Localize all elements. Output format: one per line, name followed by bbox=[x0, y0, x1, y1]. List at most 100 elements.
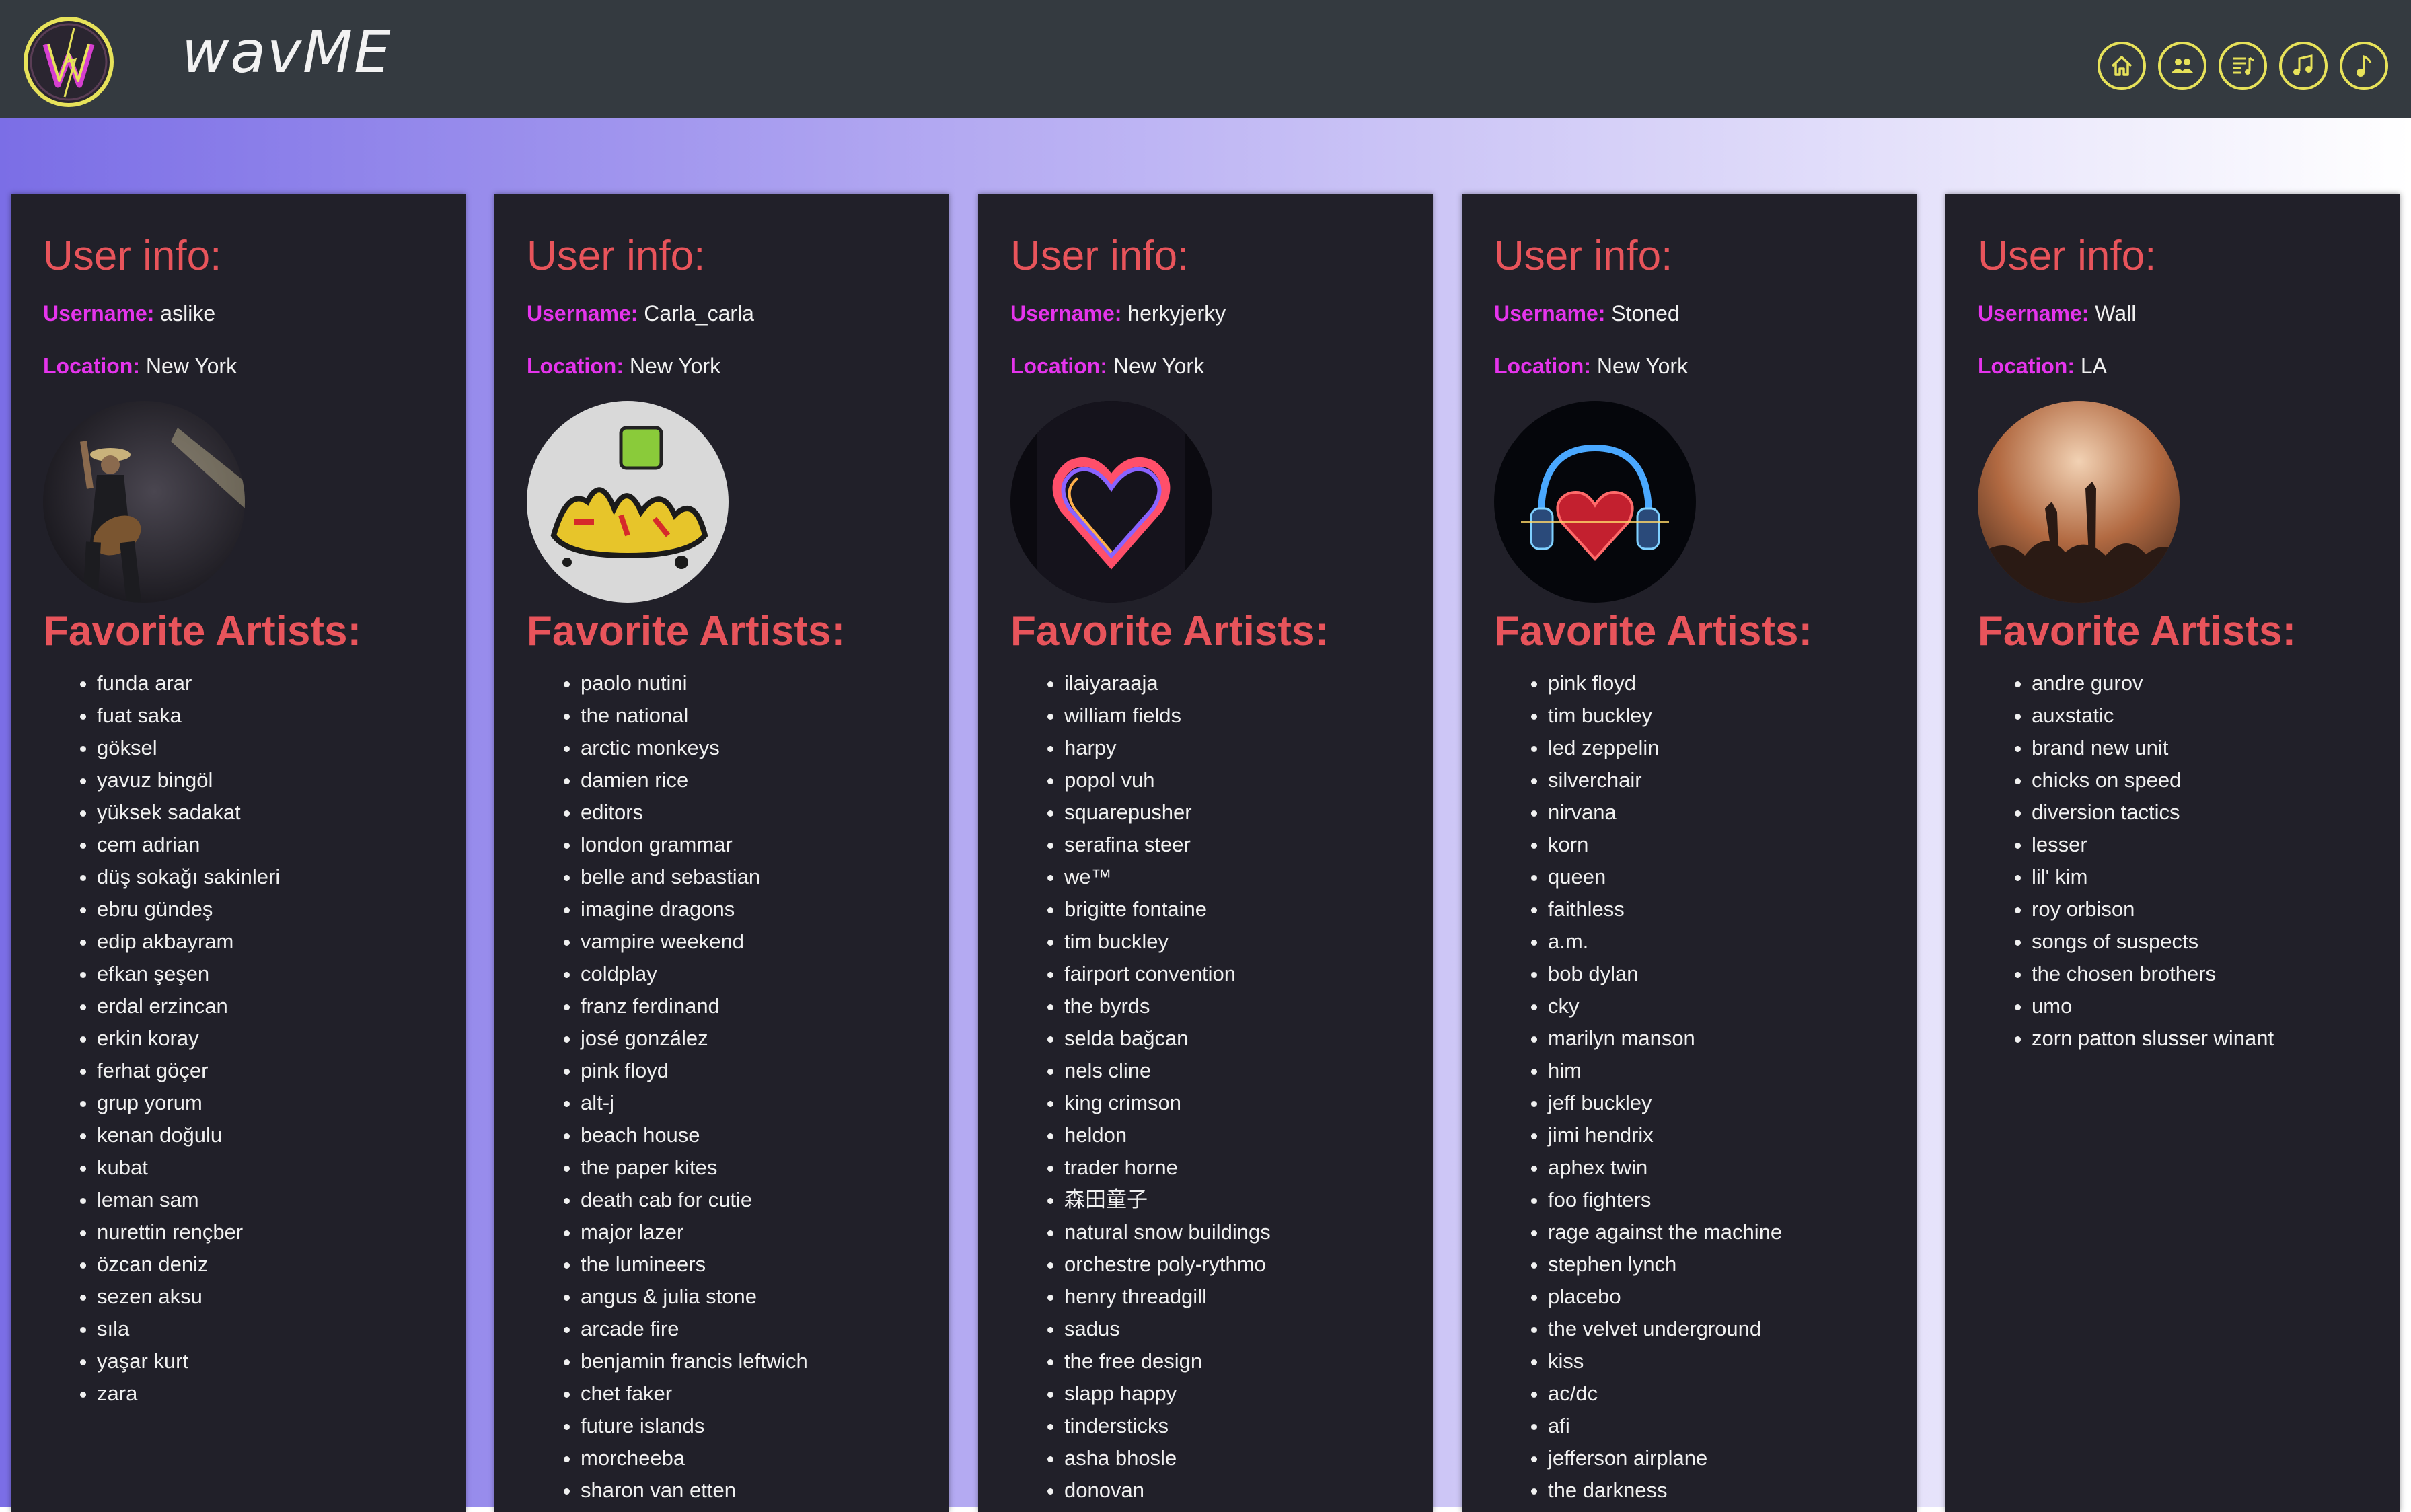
artist-item: tindersticks bbox=[1064, 1410, 1401, 1442]
location-label: Location: bbox=[1494, 354, 1591, 378]
artist-item: william fields bbox=[1064, 700, 1401, 732]
user-card-aslike: User info: Username: aslike Location: Ne… bbox=[11, 194, 466, 1512]
artist-item: london grammar bbox=[581, 829, 917, 861]
artist-list: ilaiyaraajawilliam fieldsharpypopol vuhs… bbox=[1010, 667, 1401, 1507]
artist-item: fuat saka bbox=[97, 700, 433, 732]
artist-item: we™ bbox=[1064, 861, 1401, 893]
username-label: Username: bbox=[1978, 301, 2089, 326]
user-info-heading: User info: bbox=[1978, 233, 2157, 279]
artist-item: silverchair bbox=[1548, 764, 1884, 796]
artist-item: zorn patton slusser winant bbox=[2032, 1022, 2368, 1055]
location-row: Location: New York bbox=[527, 355, 917, 377]
user-info-heading: User info: bbox=[43, 233, 222, 279]
brand-name[interactable]: wavME bbox=[182, 19, 392, 86]
artist-item: fairport convention bbox=[1064, 958, 1401, 990]
username-row: Username: herkyjerky bbox=[1010, 303, 1401, 324]
user-card-carla: User info: Username: Carla_carla Locatio… bbox=[494, 194, 949, 1512]
artist-item: ferhat göçer bbox=[97, 1055, 433, 1087]
artist-item: sezen aksu bbox=[97, 1281, 433, 1313]
artist-item: stephen lynch bbox=[1548, 1248, 1884, 1281]
username-row: Username: Wall bbox=[1978, 303, 2368, 324]
profile-avatar[interactable] bbox=[1010, 401, 1212, 603]
artist-item: nirvana bbox=[1548, 796, 1884, 829]
username-value: herkyjerky bbox=[1127, 301, 1226, 326]
artist-item: henry threadgill bbox=[1064, 1281, 1401, 1313]
artist-item: roy orbison bbox=[2032, 893, 2368, 925]
user-card-wall: User info: Username: Wall Location: LA F… bbox=[1945, 194, 2400, 1512]
artist-item: ac/dc bbox=[1548, 1377, 1884, 1410]
artist-item: bob dylan bbox=[1548, 958, 1884, 990]
artist-item: yaşar kurt bbox=[97, 1345, 433, 1377]
artist-item: slapp happy bbox=[1064, 1377, 1401, 1410]
home-icon[interactable] bbox=[2098, 42, 2146, 90]
artist-item: paolo nutini bbox=[581, 667, 917, 700]
artist-item: benjamin francis leftwich bbox=[581, 1345, 917, 1377]
user-info-heading: User info: bbox=[1010, 233, 1189, 279]
username-label: Username: bbox=[43, 301, 155, 326]
username-value: Stoned bbox=[1611, 301, 1680, 326]
artist-item: the lumineers bbox=[581, 1248, 917, 1281]
artist-item: leman sam bbox=[97, 1184, 433, 1216]
artist-item: josé gonzález bbox=[581, 1022, 917, 1055]
favorite-artists-heading: Favorite Artists: bbox=[527, 608, 846, 654]
profile-avatar[interactable] bbox=[527, 401, 729, 603]
artist-item: arctic monkeys bbox=[581, 732, 917, 764]
artist-item: squarepusher bbox=[1064, 796, 1401, 829]
artist-item: cky bbox=[1548, 990, 1884, 1022]
artist-item: alt-j bbox=[581, 1087, 917, 1119]
artist-item: led zeppelin bbox=[1548, 732, 1884, 764]
artist-item: the national bbox=[581, 700, 917, 732]
artist-item: andre gurov bbox=[2032, 667, 2368, 700]
artist-item: angus & julia stone bbox=[581, 1281, 917, 1313]
users-icon[interactable] bbox=[2158, 42, 2206, 90]
artist-item: kiss bbox=[1548, 1345, 1884, 1377]
artist-item: funda arar bbox=[97, 667, 433, 700]
artist-item: umo bbox=[2032, 990, 2368, 1022]
artist-item: death cab for cutie bbox=[581, 1184, 917, 1216]
username-row: Username: Carla_carla bbox=[527, 303, 917, 324]
artist-item: özcan deniz bbox=[97, 1248, 433, 1281]
artist-item: editors bbox=[581, 796, 917, 829]
artist-item: future islands bbox=[581, 1410, 917, 1442]
artist-item: edip akbayram bbox=[97, 925, 433, 958]
wavme-logo[interactable] bbox=[22, 15, 116, 109]
artist-item: auxstatic bbox=[2032, 700, 2368, 732]
music-note-icon[interactable] bbox=[2340, 42, 2388, 90]
playlist-icon[interactable] bbox=[2219, 42, 2267, 90]
artist-item: yavuz bingöl bbox=[97, 764, 433, 796]
artist-item: morcheeba bbox=[581, 1442, 917, 1474]
artist-item: foo fighters bbox=[1548, 1184, 1884, 1216]
artist-item: göksel bbox=[97, 732, 433, 764]
location-label: Location: bbox=[527, 354, 624, 378]
navbar: wavME bbox=[0, 0, 2411, 118]
artist-item: brand new unit bbox=[2032, 732, 2368, 764]
artist-item: brigitte fontaine bbox=[1064, 893, 1401, 925]
location-label: Location: bbox=[1978, 354, 2075, 378]
artist-item: tim buckley bbox=[1548, 700, 1884, 732]
location-row: Location: New York bbox=[1494, 355, 1884, 377]
profile-avatar[interactable] bbox=[1978, 401, 2180, 603]
music-notes-icon[interactable] bbox=[2279, 42, 2328, 90]
artist-item: korn bbox=[1548, 829, 1884, 861]
artist-item: cem adrian bbox=[97, 829, 433, 861]
artist-item: jefferson airplane bbox=[1548, 1442, 1884, 1474]
profile-avatar[interactable] bbox=[43, 401, 245, 603]
username-value: Wall bbox=[2095, 301, 2137, 326]
artist-item: chicks on speed bbox=[2032, 764, 2368, 796]
artist-item: tim buckley bbox=[1064, 925, 1401, 958]
artist-item: vampire weekend bbox=[581, 925, 917, 958]
artist-item: jeff buckley bbox=[1548, 1087, 1884, 1119]
location-label: Location: bbox=[43, 354, 140, 378]
username-label: Username: bbox=[1010, 301, 1122, 326]
location-value: New York bbox=[1596, 354, 1689, 378]
location-row: Location: New York bbox=[1010, 355, 1401, 377]
artist-item: coldplay bbox=[581, 958, 917, 990]
profile-avatar[interactable] bbox=[1494, 401, 1696, 603]
artist-item: trader horne bbox=[1064, 1151, 1401, 1184]
artist-item: natural snow buildings bbox=[1064, 1216, 1401, 1248]
user-info-heading: User info: bbox=[1494, 233, 1673, 279]
artist-item: 森田童子 bbox=[1064, 1184, 1401, 1216]
favorite-artists-heading: Favorite Artists: bbox=[43, 608, 362, 654]
artist-item: king crimson bbox=[1064, 1087, 1401, 1119]
artist-item: the free design bbox=[1064, 1345, 1401, 1377]
